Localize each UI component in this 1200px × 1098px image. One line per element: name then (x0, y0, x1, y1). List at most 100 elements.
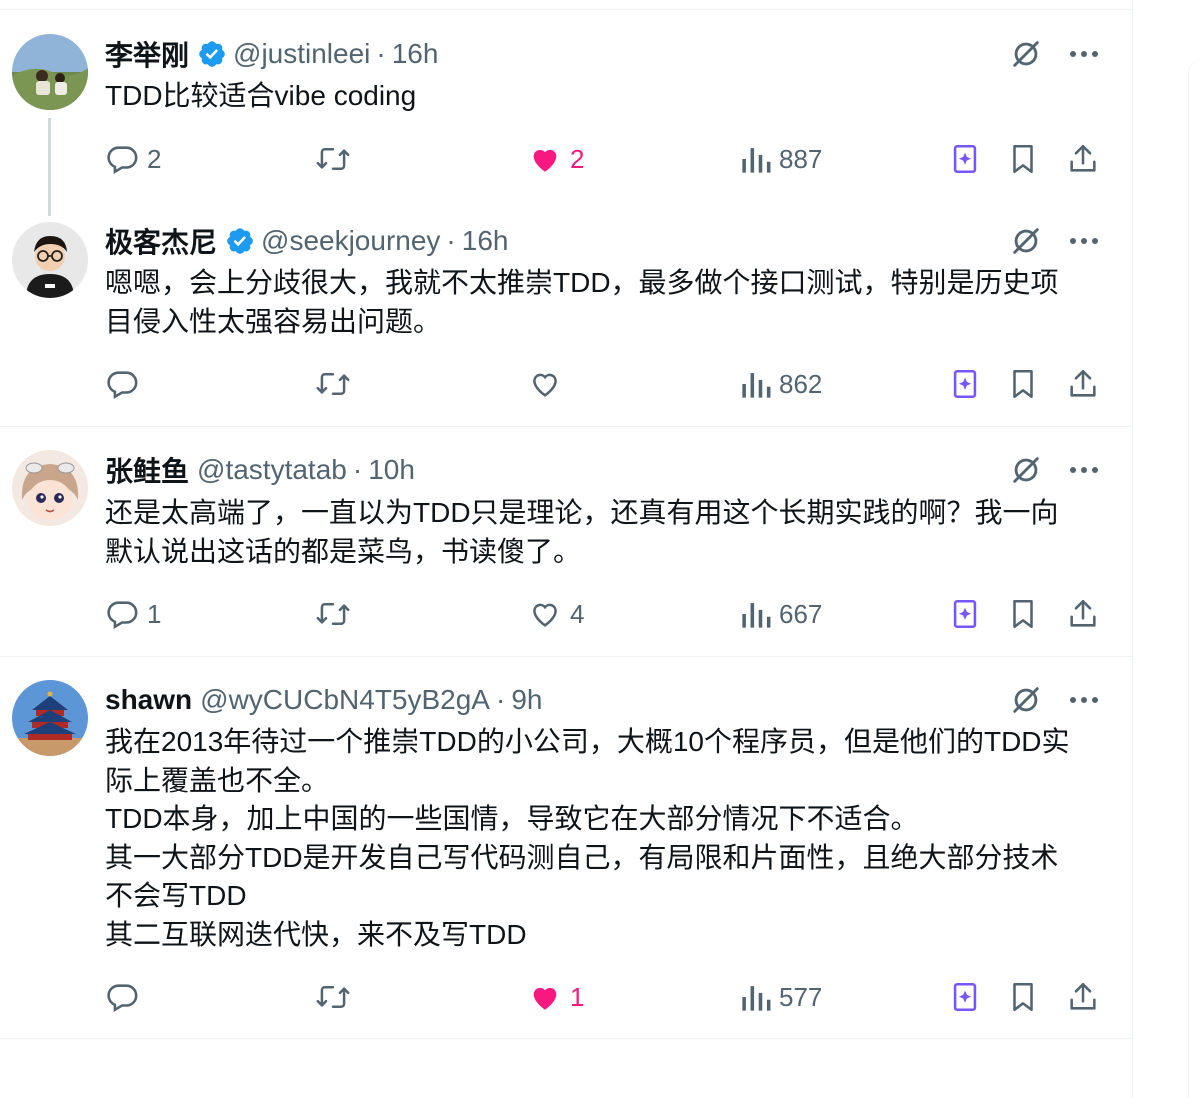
user-handle[interactable]: @tastytatab (197, 454, 347, 486)
share-icon (1066, 367, 1100, 401)
views-button[interactable]: 887 (741, 139, 822, 179)
like-button[interactable] (528, 364, 570, 404)
grok-sparkle-icon (948, 980, 982, 1014)
like-button[interactable]: 4 (528, 594, 584, 634)
tweet-header: shawn @wyCUCbN4T5yB2gA · 9h (105, 684, 542, 716)
bookmark-button[interactable] (1006, 139, 1040, 179)
verified-badge-icon (225, 226, 255, 256)
divider (0, 656, 1132, 657)
retweet-icon (315, 980, 351, 1014)
separator-dot: · (446, 225, 456, 256)
verified-badge-icon (197, 39, 227, 69)
grok-sparkle-icon (948, 142, 982, 176)
timestamp[interactable]: 9h (511, 684, 542, 716)
reply-bubble-icon (105, 980, 139, 1014)
thread-connector (48, 118, 51, 216)
separator-dot: · (376, 38, 386, 69)
share-button[interactable] (1066, 977, 1100, 1017)
heart-icon (528, 597, 562, 631)
bookmark-icon (1006, 367, 1040, 401)
views-bar-chart-icon (741, 367, 771, 401)
reply-button[interactable]: 1 (105, 594, 161, 634)
timestamp[interactable]: 16h (462, 225, 509, 257)
views-count: 887 (779, 143, 823, 174)
avatar[interactable] (12, 680, 88, 756)
views-bar-chart-icon (741, 980, 771, 1014)
avatar[interactable] (12, 450, 88, 526)
reply-button[interactable] (105, 364, 147, 404)
avatar[interactable] (12, 222, 88, 298)
timestamp[interactable]: 10h (368, 454, 415, 486)
like-count: 4 (570, 598, 585, 629)
separator-dot: · (495, 684, 506, 715)
tweet-text: 我在2013年待过一个推崇TDD的小公司，大概10个程序员，但是他们的TDD实 … (105, 726, 1070, 950)
user-handle[interactable]: @seekjourney (261, 225, 440, 257)
grok-slash-icon[interactable] (1008, 36, 1044, 72)
grok-slash-icon[interactable] (1008, 452, 1044, 488)
user-handle[interactable]: @wyCUCbN4T5yB2gA (200, 684, 490, 716)
display-name[interactable]: 李举刚 (105, 34, 189, 74)
reply-button[interactable] (105, 977, 147, 1017)
bookmark-icon (1006, 142, 1040, 176)
bookmark-icon (1006, 980, 1040, 1014)
views-button[interactable]: 577 (741, 977, 822, 1017)
grok-sparkle-icon (948, 597, 982, 631)
timeline-column: 李举刚 @justinleei · 16h TDD比较适合vibe coding… (0, 0, 1133, 1098)
tweet-actions: 2 2 887 (105, 139, 1105, 179)
timestamp[interactable]: 16h (392, 38, 439, 70)
share-icon (1066, 980, 1100, 1014)
tweet-top-actions (1008, 225, 1102, 257)
tweet-text: 还是太高端了，一直以为TDD只是理论，还真有用这个长期实践的啊？我一向 默认说出… (105, 497, 1059, 567)
like-button[interactable]: 1 (528, 977, 584, 1017)
grok-slash-icon[interactable] (1008, 682, 1044, 718)
grok-summary-button[interactable] (948, 364, 982, 404)
display-name[interactable]: 极客杰尼 (105, 221, 217, 261)
avatar[interactable] (12, 34, 88, 110)
grok-summary-button[interactable] (948, 139, 982, 179)
share-button[interactable] (1066, 139, 1100, 179)
more-dots-icon[interactable] (1066, 682, 1102, 718)
like-count: 1 (570, 981, 585, 1012)
reply-button[interactable]: 2 (105, 139, 161, 179)
views-button[interactable]: 667 (741, 594, 822, 634)
grok-sparkle-icon (948, 367, 982, 401)
display-name[interactable]: 张鲑鱼 (105, 450, 189, 490)
retweet-button[interactable] (315, 139, 359, 179)
views-bar-chart-icon (741, 142, 771, 176)
views-button[interactable]: 862 (741, 364, 822, 404)
share-icon (1066, 142, 1100, 176)
bookmark-button[interactable] (1006, 594, 1040, 634)
more-dots-icon[interactable] (1066, 452, 1102, 488)
views-count: 667 (779, 598, 823, 629)
bookmark-button[interactable] (1006, 364, 1040, 404)
display-name[interactable]: shawn (105, 684, 192, 716)
tweet-text: TDD比较适合vibe coding (105, 80, 417, 111)
like-button[interactable]: 2 (528, 139, 584, 179)
share-button[interactable] (1066, 364, 1100, 404)
views-count: 577 (779, 981, 823, 1012)
reply-count: 1 (147, 598, 162, 629)
tweet-actions: 1 577 (105, 977, 1105, 1017)
divider (0, 1038, 1132, 1039)
grok-summary-button[interactable] (948, 594, 982, 634)
tweet-top-actions (1008, 38, 1102, 70)
retweet-button[interactable] (315, 977, 359, 1017)
tweet-actions: 862 (105, 364, 1105, 404)
user-handle[interactable]: @justinleei (233, 38, 370, 70)
bookmark-button[interactable] (1006, 977, 1040, 1017)
heart-icon (528, 980, 562, 1014)
share-button[interactable] (1066, 594, 1100, 634)
divider (0, 426, 1132, 427)
views-count: 862 (779, 368, 823, 399)
grok-slash-icon[interactable] (1008, 223, 1044, 259)
retweet-button[interactable] (315, 364, 359, 404)
retweet-button[interactable] (315, 594, 359, 634)
more-dots-icon[interactable] (1066, 36, 1102, 72)
more-dots-icon[interactable] (1066, 223, 1102, 259)
tweet-top-actions (1008, 684, 1102, 716)
share-icon (1066, 597, 1100, 631)
grok-summary-button[interactable] (948, 977, 982, 1017)
tweet-header: 张鲑鱼 @tastytatab · 10h (105, 454, 415, 487)
views-bar-chart-icon (741, 597, 771, 631)
reply-bubble-icon (105, 142, 139, 176)
